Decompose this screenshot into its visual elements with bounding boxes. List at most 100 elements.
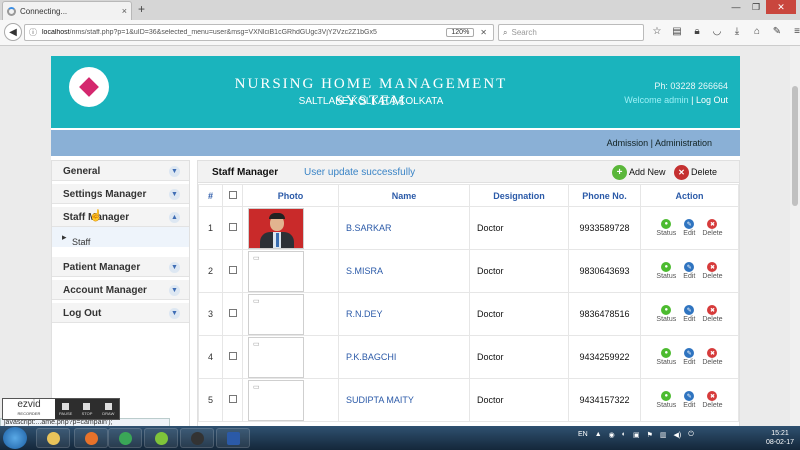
delete-row-button[interactable]: ✖ Delete: [702, 219, 723, 237]
sidebar-item-log-out[interactable]: Log Out ▼: [52, 303, 189, 323]
delete-row-button[interactable]: ✖ Delete: [702, 391, 723, 409]
pocket-icon[interactable]: ◡: [710, 26, 724, 37]
staff-name[interactable]: P.K.BAGCHI: [338, 335, 470, 379]
plus-icon: +: [612, 164, 627, 180]
table-row: 3 ▭ R.N.DEY Doctor 9836478516 ● Status ✎ Edit ✖ De…: [198, 292, 739, 336]
staff-name[interactable]: S.MISRA: [338, 249, 470, 293]
system-clock[interactable]: 15:21 08-02-17: [766, 429, 794, 447]
table-row: 4 ▭ P.K.BAGCHI Doctor 9434259922 ● Status ✎ Edit…: [198, 335, 739, 379]
language-indicator[interactable]: EN: [578, 431, 588, 439]
browser-navbar: ◀ ⓘ localhost/nms/staff.php?p=1&uID=36&s…: [0, 20, 800, 46]
download-icon[interactable]: ⤓: [730, 26, 744, 37]
status-button[interactable]: ● Status: [656, 348, 676, 366]
sidebar-subitem-staff[interactable]: ▸ Staff: [52, 227, 189, 247]
tray-app-icon[interactable]: ◉: [609, 431, 615, 439]
window-close-button[interactable]: ✕: [766, 0, 796, 14]
delete-row-button[interactable]: ✖ Delete: [702, 305, 723, 323]
taskbar-chrome[interactable]: [108, 428, 142, 448]
volume-icon[interactable]: ◀): [674, 431, 682, 439]
taskbar-firefox[interactable]: [74, 428, 108, 448]
site-logo[interactable]: [69, 67, 109, 107]
row-checkbox[interactable]: [228, 223, 237, 231]
extension-icon[interactable]: ✎: [770, 26, 784, 37]
zoom-level[interactable]: 120%: [446, 28, 475, 37]
col-name: Name: [338, 184, 470, 207]
staff-name[interactable]: SUDIPTA MAITY: [338, 378, 470, 422]
home-icon[interactable]: ⌂: [750, 26, 764, 37]
tray-arrow-icon[interactable]: ▲: [595, 431, 602, 439]
new-tab-button[interactable]: +: [138, 2, 145, 16]
edit-button[interactable]: ✎ Edit: [683, 262, 695, 280]
sidebar-item-staff-manager[interactable]: Staff Manager ▲: [52, 207, 189, 227]
broken-image-icon: ▭: [253, 340, 260, 348]
scrollbar-thumb[interactable]: [792, 86, 798, 206]
table-row: 2 ▭ S.MISRA Doctor 9830643693 ● Status ✎ Edit ✖ De…: [198, 249, 739, 293]
delete-row-button[interactable]: ✖ Delete: [702, 262, 723, 280]
reading-list-icon[interactable]: ▤: [670, 26, 684, 37]
staff-name[interactable]: B.SARKAR: [338, 206, 470, 250]
status-button[interactable]: ● Status: [656, 305, 676, 323]
status-button[interactable]: ● Status: [656, 391, 676, 409]
staff-designation: Doctor: [469, 206, 569, 250]
chevron-down-icon: ▼: [169, 285, 180, 296]
minimize-button[interactable]: —: [726, 0, 746, 14]
row-checkbox[interactable]: [228, 352, 237, 360]
row-checkbox[interactable]: [228, 395, 237, 403]
maximize-button[interactable]: ❐: [746, 0, 766, 14]
flag-icon[interactable]: ⚑: [647, 431, 653, 439]
windows-taskbar: EN ▲ ◉ ◐ ▣ ⚑ ▥ ◀) ⏻ 15:21 08-02-17: [0, 426, 800, 450]
edit-button[interactable]: ✎ Edit: [683, 348, 695, 366]
admin-links[interactable]: Admission | Administration: [607, 138, 712, 148]
row-select-cell: [222, 206, 243, 250]
ezvid-stop-button[interactable]: STOP: [76, 402, 97, 416]
taskbar-app-green[interactable]: [144, 428, 178, 448]
start-button[interactable]: [3, 427, 27, 449]
tab-close-icon[interactable]: ×: [122, 6, 127, 16]
chevron-down-icon: ▼: [169, 308, 180, 319]
row-checkbox[interactable]: [228, 309, 237, 317]
browser-tab[interactable]: Connecting... ×: [2, 1, 132, 20]
row-checkbox[interactable]: [228, 266, 237, 274]
staff-table: # Photo Name Designation Phone No. Actio…: [198, 184, 739, 422]
status-button[interactable]: ● Status: [656, 262, 676, 280]
ezvid-draw-button[interactable]: DRAW: [98, 402, 119, 416]
edit-button[interactable]: ✎ Edit: [683, 391, 695, 409]
edit-button[interactable]: ✎ Edit: [683, 305, 695, 323]
sidebar-item-account-manager[interactable]: Account Manager ▼: [52, 280, 189, 300]
content-toolbar: Staff Manager User update successfully +…: [198, 161, 739, 183]
search-input[interactable]: ⌕ Search: [498, 24, 644, 41]
lock-icon[interactable]: 🔒︎: [690, 26, 704, 37]
bookmark-star-icon[interactable]: ☆: [650, 26, 664, 37]
menu-icon[interactable]: ≡: [790, 26, 800, 37]
row-select-cell: [222, 292, 243, 336]
ezvid-pause-button[interactable]: PAUSE: [55, 402, 76, 416]
word-icon: [226, 431, 240, 445]
delete-row-button[interactable]: ✖ Delete: [702, 348, 723, 366]
sidebar-item-settings-manager[interactable]: Settings Manager ▼: [52, 184, 189, 204]
add-new-button[interactable]: + Add New: [612, 164, 666, 180]
delete-button[interactable]: ✕ Delete: [674, 164, 717, 180]
edit-button[interactable]: ✎ Edit: [683, 219, 695, 237]
staff-name[interactable]: R.N.DEY: [338, 292, 470, 336]
sidebar-item-patient-manager[interactable]: Patient Manager ▼: [52, 257, 189, 277]
logout-link[interactable]: Log Out: [696, 95, 728, 105]
sidebar-item-general[interactable]: General ▼: [52, 161, 189, 181]
taskbar-word[interactable]: [216, 428, 250, 448]
status-button[interactable]: ● Status: [656, 219, 676, 237]
url-path: /nms/staff.php?p=1&uID=36&selected_menu=…: [69, 29, 377, 36]
reload-icon[interactable]: ✕: [480, 28, 487, 37]
select-all-checkbox[interactable]: [228, 190, 237, 199]
tray-app-icon[interactable]: ◐: [622, 431, 626, 439]
content-title: Staff Manager: [212, 167, 279, 178]
back-button[interactable]: ◀: [4, 23, 22, 41]
table-row: 5 ▭ SUDIPTA MAITY Doctor 9434157322 ● Status ✎ E…: [198, 378, 739, 422]
taskbar-app-dark[interactable]: [180, 428, 214, 448]
network-icon[interactable]: ▥: [660, 431, 667, 439]
taskbar-explorer[interactable]: [36, 428, 70, 448]
tray-app-icon[interactable]: ▣: [633, 431, 640, 439]
power-icon[interactable]: ⏻: [688, 431, 694, 439]
page-scrollbar[interactable]: [790, 46, 800, 426]
chevron-up-icon: ▲: [169, 212, 180, 223]
url-bar[interactable]: ⓘ localhost/nms/staff.php?p=1&uID=36&sel…: [24, 24, 494, 41]
pencil-icon: ✎: [684, 219, 695, 229]
